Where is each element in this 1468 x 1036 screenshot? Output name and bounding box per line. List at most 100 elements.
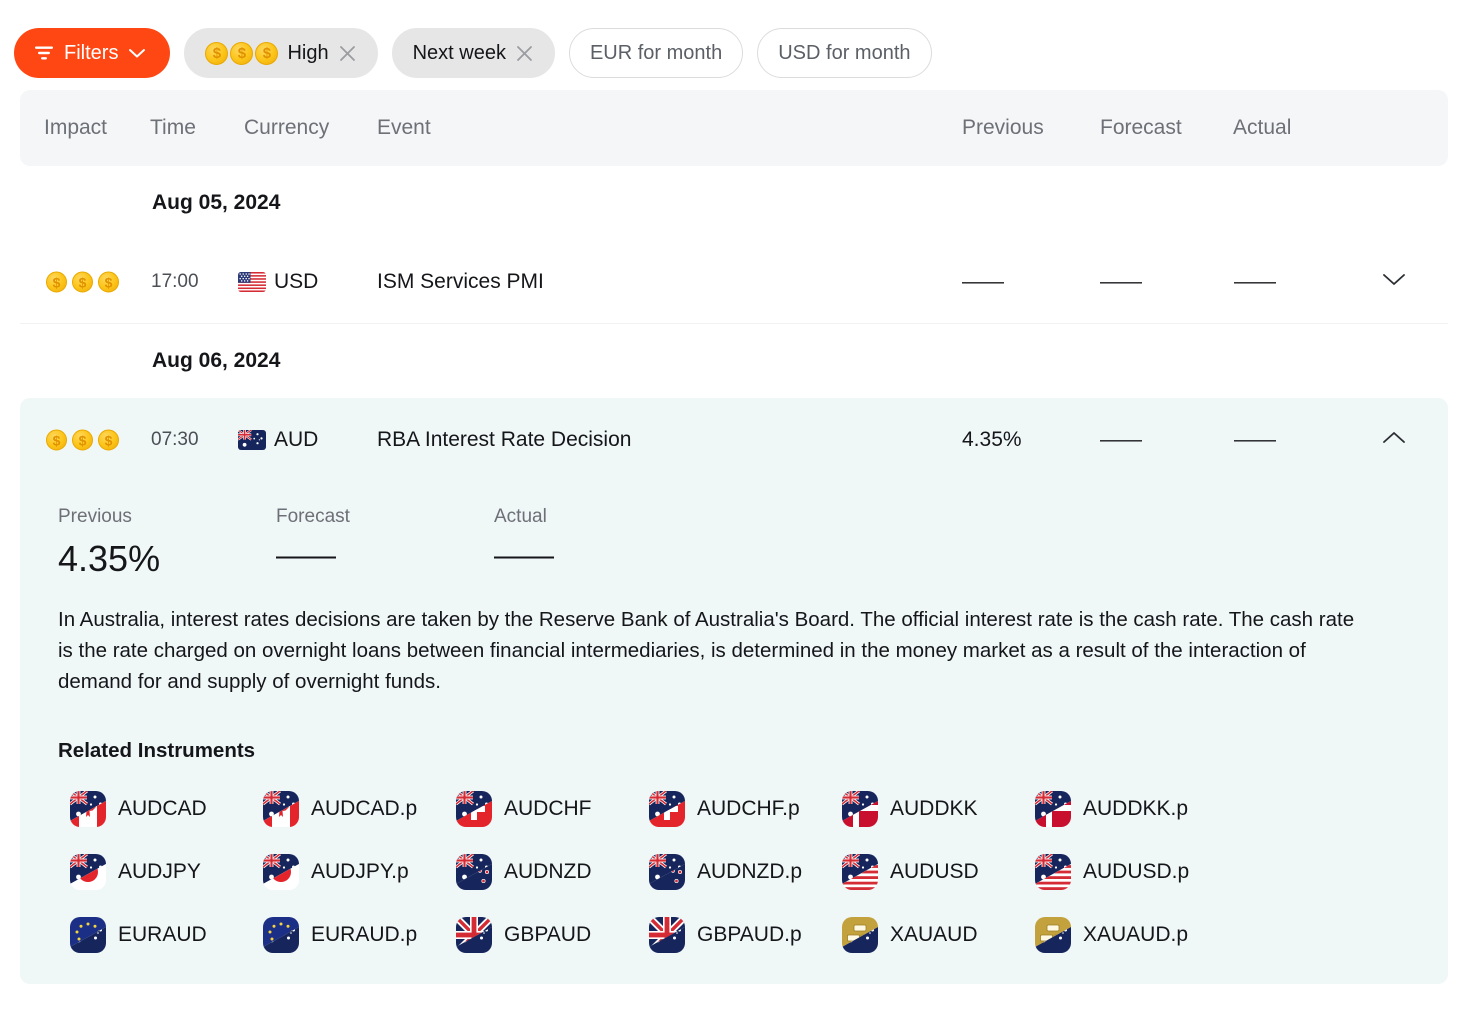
currency-pair-flag-icon <box>649 916 685 953</box>
instrument-label: AUDCHF.p <box>697 796 800 820</box>
instrument-item[interactable]: AUDJPY.p <box>263 840 456 903</box>
chip-impact-high[interactable]: High <box>184 28 378 78</box>
instrument-item[interactable]: AUDDKK <box>842 777 1035 840</box>
event-description: In Australia, interest rates decisions a… <box>58 607 1355 694</box>
instrument-label: AUDCHF <box>504 796 592 820</box>
coin-icon <box>46 271 67 293</box>
event-previous: 4.35% <box>962 428 1022 451</box>
coin-icon <box>205 41 229 65</box>
coin-icon <box>46 429 67 451</box>
event-currency: USD <box>238 270 318 294</box>
close-icon[interactable] <box>515 44 534 63</box>
instrument-label: GBPAUD <box>504 922 592 946</box>
impact-coins <box>46 429 119 451</box>
stat-forecast: Forecast —— <box>276 506 494 578</box>
instrument-item[interactable]: AUDDKK.p <box>1035 777 1228 840</box>
stat-label: Actual <box>494 506 547 527</box>
coin-icon <box>98 271 119 293</box>
currency-pair-flag-icon <box>842 790 878 827</box>
chip-label: High <box>287 41 329 64</box>
instrument-label: AUDUSD.p <box>1083 859 1190 883</box>
instrument-item[interactable]: AUDUSD.p <box>1035 840 1228 903</box>
instrument-item[interactable]: AUDUSD <box>842 840 1035 903</box>
filter-bar: Filters High Next week EUR for month <box>0 0 1468 88</box>
column-header-impact: Impact <box>44 116 108 139</box>
event-name: RBA Interest Rate Decision <box>377 428 632 451</box>
instrument-item[interactable]: AUDCHF.p <box>649 777 842 840</box>
column-header-actual: Actual <box>1233 116 1292 139</box>
currency-pair-flag-icon <box>456 916 492 953</box>
related-instruments-list: AUDCAD AUDCAD.p AUDCHF AUDCHF.p AUDDKK AUDDKK… <box>20 763 1448 966</box>
instrument-item[interactable]: EURAUD <box>70 903 263 966</box>
chevron-up-icon[interactable] <box>1382 431 1406 450</box>
chip-label: Next week <box>412 41 506 64</box>
instrument-item[interactable]: AUDCHF <box>456 777 649 840</box>
stat-value: —— <box>276 539 336 572</box>
instrument-item[interactable]: XAUAUD.p <box>1035 903 1228 966</box>
instrument-label: EURAUD.p <box>311 922 418 946</box>
date-group-header: Aug 05, 2024 <box>152 191 281 214</box>
event-actual: —— <box>1234 270 1276 293</box>
table-row[interactable]: 17:00 <box>0 240 1468 324</box>
impact-coins <box>205 41 279 65</box>
instrument-label: AUDCAD.p <box>311 796 418 820</box>
instrument-label: AUDNZD.p <box>697 859 803 883</box>
us-flag-icon <box>238 272 266 292</box>
coin-icon <box>255 41 279 65</box>
instrument-item[interactable]: AUDNZD <box>456 840 649 903</box>
instrument-item[interactable]: XAUAUD <box>842 903 1035 966</box>
instrument-label: AUDDKK <box>890 796 978 820</box>
stat-value: —— <box>494 539 554 572</box>
column-header-previous: Previous <box>962 116 1044 139</box>
currency-pair-flag-icon <box>456 853 492 890</box>
chip-eur-for-month[interactable]: EUR for month <box>568 28 744 78</box>
currency-pair-flag-icon <box>842 853 878 890</box>
currency-pair-flag-icon <box>1035 790 1071 827</box>
currency-pair-flag-icon <box>649 853 685 890</box>
instrument-item[interactable]: AUDNZD.p <box>649 840 842 903</box>
column-header-currency: Currency <box>244 116 330 139</box>
column-header-event: Event <box>377 116 431 139</box>
table-header: Impact Time Currency Event Previous Fore… <box>20 90 1448 166</box>
stat-label: Previous <box>58 506 132 527</box>
instrument-item[interactable]: AUDCAD.p <box>263 777 456 840</box>
au-flag-icon <box>238 430 266 450</box>
instrument-label: AUDUSD <box>890 859 979 883</box>
chip-next-week[interactable]: Next week <box>391 28 555 78</box>
event-forecast: —— <box>1100 270 1142 293</box>
instrument-item[interactable]: GBPAUD <box>456 903 649 966</box>
chevron-down-icon <box>128 47 146 59</box>
currency-pair-flag-icon <box>70 916 106 953</box>
filters-button-label: Filters <box>64 41 119 64</box>
stat-value: 4.35% <box>58 538 161 579</box>
event-time: 17:00 <box>151 271 199 292</box>
currency-code: AUD <box>274 428 319 451</box>
coin-icon <box>72 271 93 293</box>
instrument-item[interactable]: EURAUD.p <box>263 903 456 966</box>
filters-button[interactable]: Filters <box>14 28 171 78</box>
instrument-label: EURAUD <box>118 922 207 946</box>
close-icon[interactable] <box>338 44 357 63</box>
column-header-time: Time <box>150 116 196 139</box>
event-name: ISM Services PMI <box>377 270 544 293</box>
currency-code: USD <box>274 270 319 293</box>
instrument-item[interactable]: AUDJPY <box>70 840 263 903</box>
instrument-label: AUDJPY <box>118 859 201 883</box>
coin-icon <box>72 429 93 451</box>
instrument-item[interactable]: AUDCAD <box>70 777 263 840</box>
instrument-label: AUDCAD <box>118 796 207 820</box>
currency-pair-flag-icon <box>263 790 299 827</box>
event-actual: —— <box>1234 428 1276 451</box>
instrument-item[interactable]: GBPAUD.p <box>649 903 842 966</box>
chip-label: EUR for month <box>589 41 723 64</box>
instrument-label: XAUAUD.p <box>1083 922 1189 946</box>
currency-pair-flag-icon <box>1035 916 1071 953</box>
column-header-forecast: Forecast <box>1100 116 1182 139</box>
instrument-label: AUDDKK.p <box>1083 796 1189 820</box>
chip-usd-for-month[interactable]: USD for month <box>757 28 932 78</box>
event-time: 07:30 <box>151 429 199 450</box>
chevron-down-icon[interactable] <box>1382 273 1406 292</box>
table-row[interactable]: 07:30 <box>20 398 1448 482</box>
event-currency: AUD <box>238 428 318 452</box>
currency-pair-flag-icon <box>263 916 299 953</box>
